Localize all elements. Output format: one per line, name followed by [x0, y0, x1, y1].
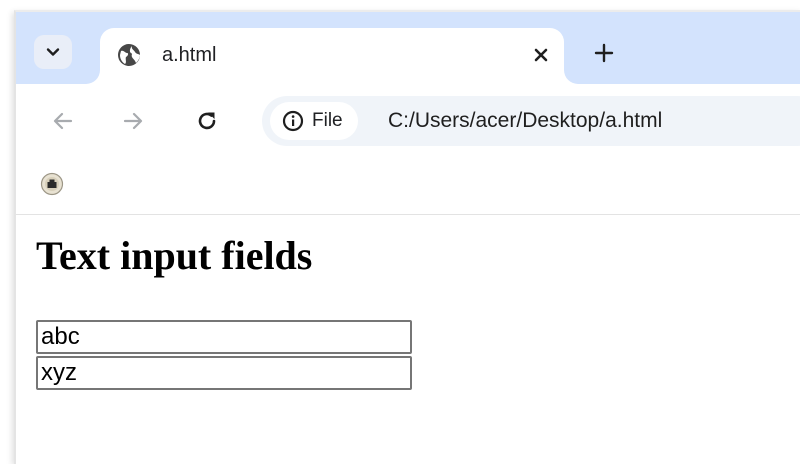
- page-heading: Text input fields: [36, 233, 313, 278]
- plus-icon[interactable]: [592, 41, 616, 65]
- site-info-chip[interactable]: File: [270, 102, 358, 140]
- tab-title: a.html: [162, 44, 217, 66]
- text-input-1[interactable]: [36, 320, 412, 354]
- tab-active[interactable]: a.html: [100, 28, 564, 84]
- tab-search-button[interactable]: [34, 35, 72, 69]
- page-content: Text input fields: [16, 215, 800, 464]
- text-input-2[interactable]: [36, 356, 412, 390]
- bookmark-favicon-icon[interactable]: [40, 172, 64, 196]
- info-icon: [282, 110, 304, 132]
- browser-window: a.html File C:/Users/acer/Desktop/a.html…: [14, 10, 800, 464]
- bookmarks-bar: [16, 154, 800, 215]
- url-text[interactable]: C:/Users/acer/Desktop/a.html: [388, 109, 662, 133]
- address-bar[interactable]: File C:/Users/acer/Desktop/a.html: [262, 96, 800, 146]
- tab-strip: a.html: [16, 12, 800, 84]
- chevron-down-icon: [46, 48, 60, 56]
- globe-icon: [118, 44, 140, 66]
- back-arrow-icon[interactable]: [50, 108, 76, 134]
- reload-icon[interactable]: [194, 108, 220, 134]
- forward-arrow-icon[interactable]: [120, 108, 146, 134]
- browser-toolbar: File C:/Users/acer/Desktop/a.html: [16, 84, 800, 154]
- close-icon[interactable]: [530, 44, 552, 66]
- chip-label: File: [312, 110, 343, 131]
